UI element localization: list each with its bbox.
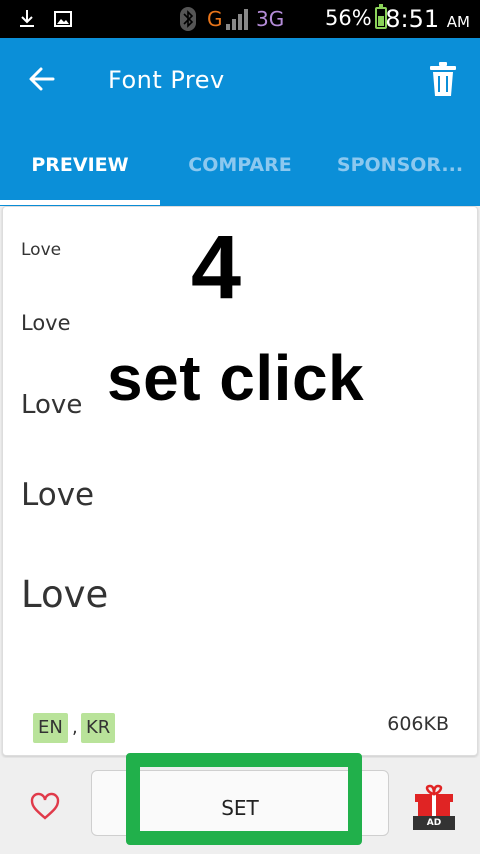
font-preview-card: Love Love Love Love Love 4 set click EN …	[2, 206, 478, 756]
image-icon	[54, 11, 72, 27]
clock-time: 8:51	[385, 5, 440, 33]
status-bar: G 3G 56% 8:51 AM	[0, 0, 480, 38]
sample-text-md: Love	[21, 390, 83, 420]
tab-preview[interactable]: PREVIEW	[0, 145, 160, 206]
bluetooth-icon	[180, 7, 196, 31]
language-separator: ,	[72, 717, 78, 738]
signal-g-label: G	[207, 7, 223, 31]
bottom-action-bar: SET AD	[0, 753, 480, 854]
trash-icon[interactable]	[428, 60, 458, 98]
gift-icon[interactable]: AD	[413, 784, 455, 830]
tab-indicator	[0, 200, 160, 205]
clock: 8:51 AM	[385, 5, 470, 33]
clock-ampm: AM	[446, 13, 470, 31]
tutorial-step-number: 4	[191, 218, 242, 318]
tab-sponsor[interactable]: SPONSOR...	[320, 145, 480, 206]
language-badge-en: EN	[33, 713, 68, 743]
tutorial-highlight-box	[126, 753, 362, 845]
language-badge-kr: KR	[81, 713, 116, 743]
download-icon	[20, 10, 34, 27]
sample-text-lg: Love	[21, 477, 95, 513]
tab-bar: PREVIEW COMPARE SPONSOR...	[0, 145, 480, 206]
app-bar: Font Prev PREVIEW COMPARE SPONSOR...	[0, 38, 480, 206]
arrow-left-icon[interactable]	[28, 65, 56, 93]
battery-percent: 56%	[325, 6, 372, 30]
signal-icon	[226, 8, 252, 30]
sample-text-xl: Love	[21, 573, 109, 616]
signal-3g-label: 3G	[256, 7, 285, 31]
tutorial-instruction: set click	[107, 342, 365, 414]
page-title: Font Prev	[108, 66, 225, 94]
ad-label: AD	[413, 816, 455, 830]
tab-compare[interactable]: COMPARE	[160, 145, 320, 206]
sample-text-sm: Love	[21, 311, 71, 335]
sample-text-xs: Love	[21, 240, 62, 260]
file-size: 606KB	[387, 713, 449, 735]
